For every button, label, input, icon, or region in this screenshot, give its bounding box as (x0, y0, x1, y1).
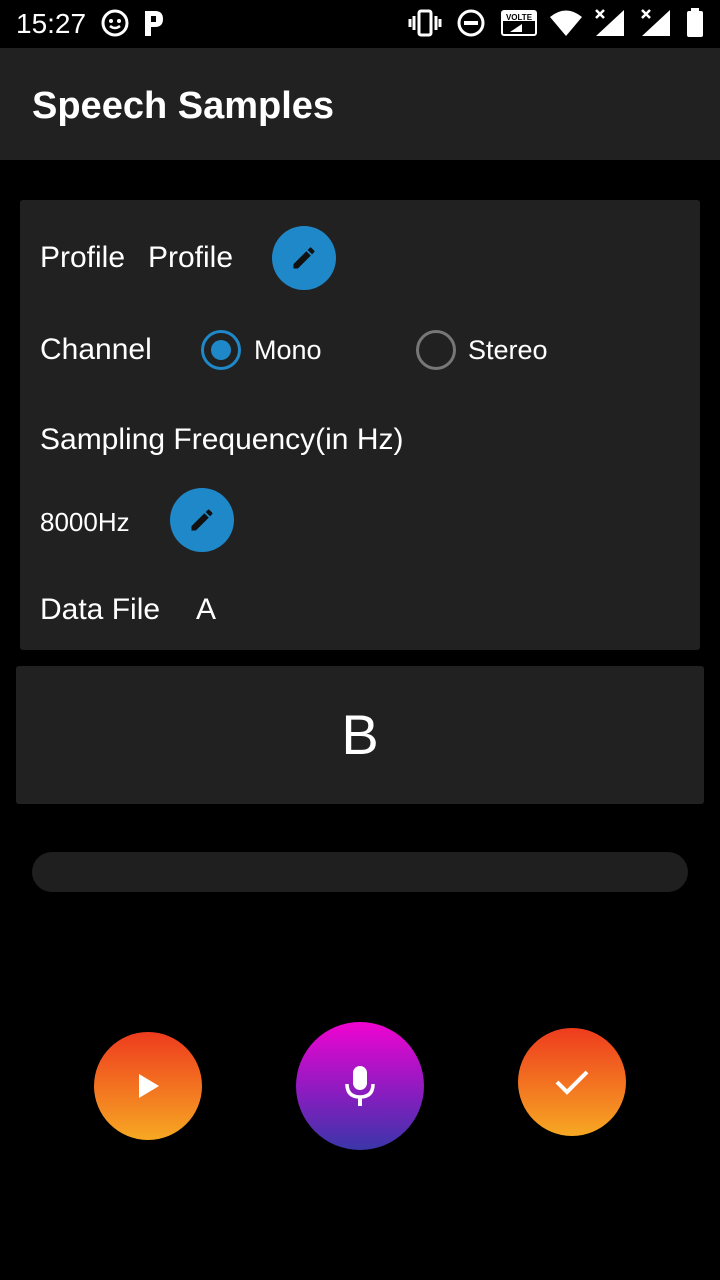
signal-icon (592, 8, 628, 43)
sampling-frequency-label: Sampling Frequency(in Hz) (40, 423, 404, 456)
done-button[interactable] (518, 1028, 626, 1136)
data-file-label: Data File (40, 593, 161, 626)
profile-value: Profile (148, 241, 234, 274)
microphone-icon (345, 1066, 375, 1106)
play-icon (139, 1074, 159, 1098)
p-notification-icon (140, 8, 166, 43)
sampling-frequency-value: 8000Hz (40, 507, 130, 537)
data-file-value: A (196, 593, 217, 626)
radio-ring (416, 330, 456, 370)
signal-icon (638, 8, 674, 43)
profile-label: Profile (40, 241, 126, 274)
radio-stereo[interactable] (416, 330, 456, 370)
do-not-disturb-icon (456, 8, 486, 43)
pencil-icon (293, 247, 315, 269)
radio-label-stereo[interactable]: Stereo (468, 334, 548, 366)
play-button[interactable] (94, 1032, 202, 1140)
face-notification-icon (100, 8, 130, 43)
page-title: Speech Samples (32, 85, 335, 127)
svg-text:VOLTE: VOLTE (506, 13, 533, 22)
settings-card: Profile Profile Channel Mono Stereo Samp… (20, 200, 700, 650)
pencil-icon (191, 509, 213, 531)
radio-label-mono[interactable]: Mono (254, 334, 322, 366)
vibrate-icon (408, 8, 442, 43)
app-bar: Speech Samples (0, 48, 720, 160)
edit-profile-button[interactable] (272, 226, 336, 290)
status-time: 15:27 (16, 8, 87, 39)
radio-dot (211, 340, 231, 360)
prompt-word: B (341, 703, 379, 766)
prompt-word-card: B (16, 666, 704, 804)
channel-label: Channel (40, 333, 152, 366)
battery-icon (686, 8, 704, 43)
recording-progress-bar (32, 852, 688, 892)
status-bar: 15:27 VOLTE (0, 0, 720, 48)
wifi-icon (548, 8, 584, 43)
check-icon (555, 1070, 589, 1095)
radio-mono[interactable] (201, 330, 241, 370)
record-button[interactable] (296, 1022, 424, 1150)
volte-icon: VOLTE (500, 8, 538, 43)
edit-sampling-frequency-button[interactable] (170, 488, 234, 552)
